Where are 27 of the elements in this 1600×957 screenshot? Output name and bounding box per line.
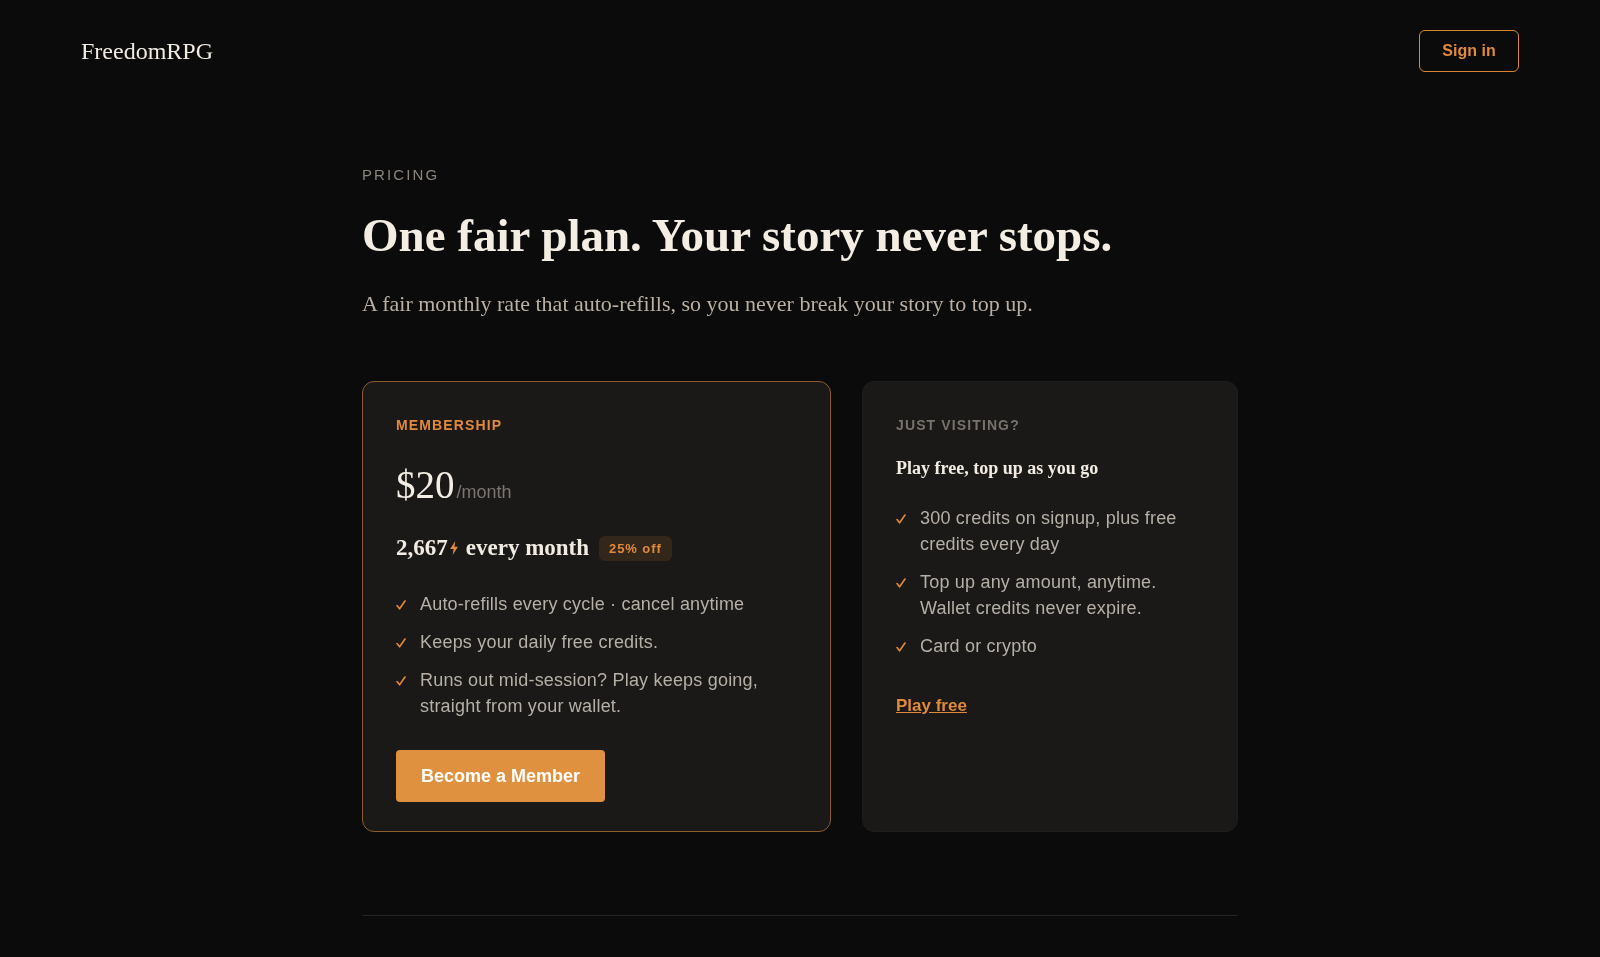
feature-text: Keeps your daily free credits. — [420, 631, 660, 654]
price: $20 — [396, 462, 455, 508]
plan-label: JUST VISITING? — [896, 417, 1020, 434]
feature-text: 300 credits on signup, plus free credits every day — [920, 507, 1178, 556]
check-icon — [896, 514, 906, 524]
section-eyebrow: PRICING — [362, 166, 441, 183]
feature-text: Card or crypto — [920, 635, 1038, 658]
logo-text[interactable]: FreedomRPG — [81, 37, 213, 65]
plan-label: MEMBERSHIP — [396, 417, 503, 434]
page-subtitle: A fair monthly rate that auto-refills, so you never break your story to top up. — [362, 290, 1034, 317]
plan-heading: Play free, top up as you go — [896, 457, 1099, 480]
price-period: /month — [456, 482, 512, 503]
play-free-link[interactable]: Play free — [896, 694, 967, 718]
credit-period: every month — [465, 535, 590, 561]
credit-amount: 2,667 — [396, 535, 448, 561]
sign-in-button[interactable]: Sign in — [1419, 30, 1519, 72]
discount-badge: 25% off — [599, 535, 672, 561]
check-icon — [896, 642, 906, 652]
check-icon — [396, 600, 406, 610]
feature-text: Auto-refills every cycle · cancel anytime — [420, 593, 746, 616]
feature-text: Runs out mid-session? Play keeps going, straight from your wallet. — [420, 669, 759, 718]
check-icon — [396, 638, 406, 648]
bolt-icon — [449, 541, 458, 555]
check-icon — [396, 676, 406, 686]
page-title: One fair plan. Your story never stops. — [362, 209, 1114, 262]
feature-text: Top up any amount, anytime. Wallet credits never expire. — [920, 571, 1158, 620]
check-icon — [896, 578, 906, 588]
